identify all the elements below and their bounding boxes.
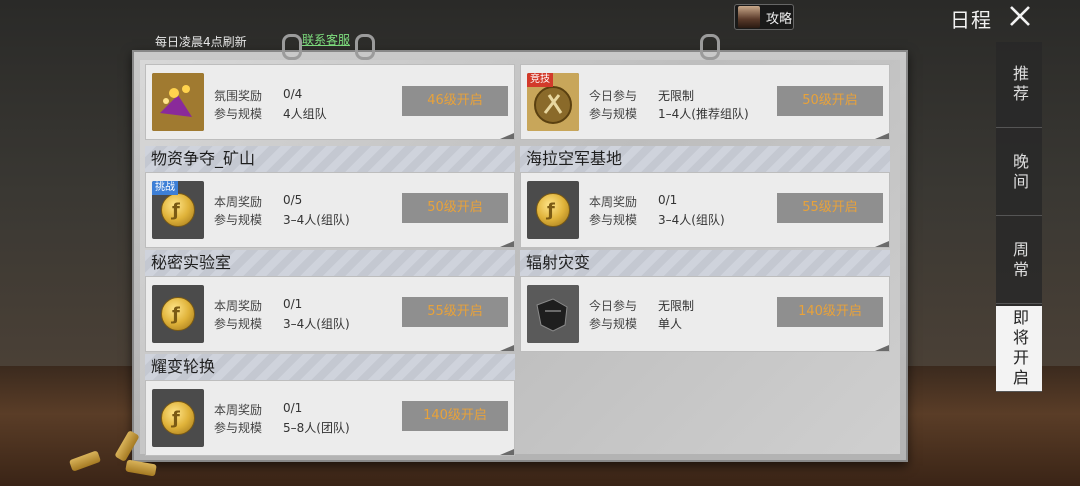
info-value: 0/1 — [283, 401, 303, 415]
level-unlock-button[interactable]: 50级开启 — [402, 193, 508, 223]
arena-coin-icon: 竞技 — [527, 73, 579, 131]
level-unlock-button[interactable]: 140级开启 — [777, 297, 883, 327]
info-value: 无限制 — [658, 299, 695, 313]
info-value: 3–4人(组队) — [658, 213, 725, 227]
card-title: 秘密实验室 — [145, 250, 515, 276]
info-value: 3–4人(组队) — [283, 317, 350, 331]
card-title: 耀变轮换 — [145, 354, 515, 380]
tab-coming-soon[interactable]: 即将开启 — [996, 306, 1042, 392]
info-key: 参与规模 — [214, 107, 263, 121]
level-unlock-button[interactable]: 50级开启 — [777, 86, 883, 116]
info-value: 单人 — [658, 317, 683, 331]
binder-clip-icon — [355, 34, 375, 60]
tab-evening[interactable]: 晚间 — [996, 130, 1042, 216]
coin-graphic: ƒ — [161, 401, 195, 435]
coin-graphic: ƒ — [161, 297, 195, 331]
info-key: 参与规模 — [589, 213, 638, 227]
info-key: 本周奖励 — [214, 299, 263, 313]
binder-clip-icon — [700, 34, 720, 60]
info-value: 5–8人(团队) — [283, 421, 350, 435]
info-value: 1–4人(推荐组队) — [658, 107, 749, 121]
info-value: 0/5 — [283, 193, 303, 207]
info-value: 3–4人(组队) — [283, 213, 350, 227]
info-key: 本周奖励 — [214, 195, 263, 209]
level-unlock-button[interactable]: 55级开启 — [402, 297, 508, 327]
guide-label: 攻略 — [766, 11, 793, 27]
card-title: 物资争夺_矿山 — [145, 146, 515, 172]
info-key: 本周奖励 — [589, 195, 638, 209]
level-unlock-button[interactable]: 140级开启 — [402, 401, 508, 431]
level-unlock-button[interactable]: 46级开启 — [402, 86, 508, 116]
refresh-notice: 每日凌晨4点刷新 — [155, 35, 247, 49]
info-value: 无限制 — [658, 89, 695, 103]
challenge-tag: 挑战 — [152, 181, 178, 195]
card-corner — [875, 241, 889, 247]
card-corner — [500, 133, 514, 139]
card-title: 海拉空军基地 — [520, 146, 890, 172]
gold-coin-icon: ƒ 挑战 — [152, 181, 204, 239]
coin-graphic: ƒ — [161, 193, 195, 227]
gold-coin-icon: ƒ — [527, 181, 579, 239]
gold-coin-icon: ƒ — [152, 285, 204, 343]
info-key: 参与规模 — [214, 421, 263, 435]
activity-card[interactable]: ƒ 本周奖励 0/1 参与规模 3–4人(组队) 55级开启 — [145, 276, 515, 352]
activity-card[interactable]: 竞技 今日参与 无限制 参与规模 1–4人(推荐组队) 50级开启 — [520, 64, 890, 140]
side-tab-bar: 推荐 晚间 周常 即将开启 — [996, 42, 1042, 392]
guide-avatar — [738, 6, 760, 28]
contact-service-link[interactable]: 联系客服 — [302, 31, 350, 48]
coin-graphic: ƒ — [536, 193, 570, 227]
info-value: 4人组队 — [283, 107, 327, 121]
info-key: 参与规模 — [589, 317, 638, 331]
activity-card[interactable]: ƒ 挑战 本周奖励 0/5 参与规模 3–4人(组队) 50级开启 — [145, 172, 515, 248]
info-key: 参与规模 — [214, 317, 263, 331]
card-corner — [500, 449, 514, 455]
activity-card[interactable]: ƒ 本周奖励 0/1 参与规模 5–8人(团队) 140级开启 — [145, 380, 515, 456]
info-key: 本周奖励 — [214, 403, 263, 417]
armor-icon — [527, 285, 579, 343]
activity-card[interactable]: 氛围奖励 0/4 参与规模 4人组队 46级开启 — [145, 64, 515, 140]
close-icon[interactable] — [1008, 4, 1032, 28]
activity-card[interactable]: ƒ 本周奖励 0/1 参与规模 3–4人(组队) 55级开启 — [520, 172, 890, 248]
card-corner — [875, 133, 889, 139]
level-unlock-button[interactable]: 55级开启 — [777, 193, 883, 223]
info-key: 参与规模 — [214, 213, 263, 227]
tab-weekly[interactable]: 周常 — [996, 218, 1042, 304]
info-key: 参与规模 — [589, 107, 638, 121]
gold-coin-icon: ƒ — [152, 389, 204, 447]
info-value: 0/1 — [283, 297, 303, 311]
info-value: 0/4 — [283, 87, 303, 101]
card-corner — [875, 345, 889, 351]
tab-recommended[interactable]: 推荐 — [996, 42, 1042, 128]
info-key: 氛围奖励 — [214, 89, 263, 103]
guide-button[interactable]: 攻略 — [734, 4, 794, 30]
info-key: 今日参与 — [589, 299, 638, 313]
card-corner — [500, 241, 514, 247]
party-popper-icon — [152, 73, 204, 131]
info-value: 0/1 — [658, 193, 678, 207]
binder-clip-icon — [282, 34, 302, 60]
card-corner — [500, 345, 514, 351]
page-title: 日程 — [950, 8, 992, 32]
top-bar: 攻略 日程 — [0, 0, 1080, 36]
info-key: 今日参与 — [589, 89, 638, 103]
arena-tag: 竞技 — [527, 73, 553, 87]
card-title: 辐射灾变 — [520, 250, 890, 276]
activity-card[interactable]: 今日参与 无限制 参与规模 单人 140级开启 — [520, 276, 890, 352]
